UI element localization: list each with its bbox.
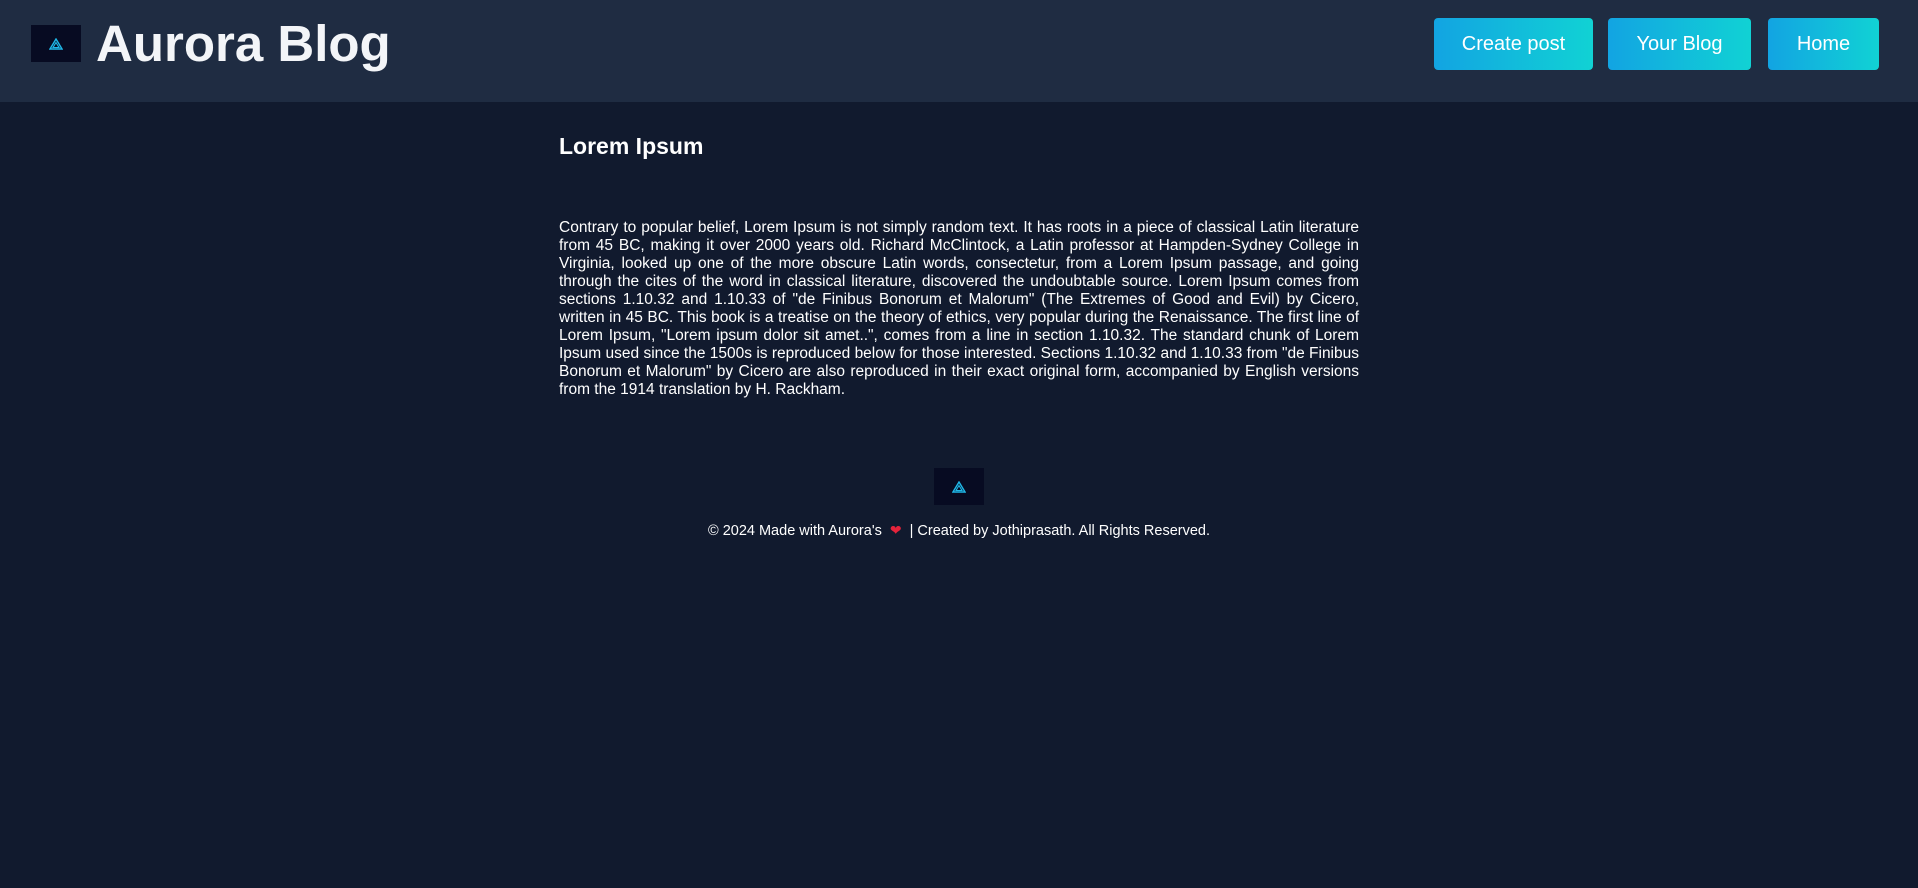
- footer-text-after: | Created by Jothiprasath. All Rights Re…: [909, 523, 1210, 539]
- heart-icon: ❤: [889, 522, 902, 538]
- logo-icon[interactable]: [31, 25, 81, 62]
- your-blog-button[interactable]: Your Blog: [1608, 18, 1751, 70]
- home-button[interactable]: Home: [1768, 18, 1879, 70]
- blog-post: Lorem Ipsum Contrary to popular belief, …: [559, 128, 1359, 398]
- site-header: Aurora Blog Create post Your Blog Home: [0, 0, 1918, 102]
- post-body: Contrary to popular belief, Lorem Ipsum …: [559, 219, 1359, 398]
- post-title: Lorem Ipsum: [559, 133, 704, 159]
- footer-copyright: © 2024 Made with Aurora's ❤ | Created by…: [0, 521, 1918, 540]
- site-title[interactable]: Aurora Blog: [96, 14, 391, 74]
- footer-text-before: © 2024 Made with Aurora's: [707, 523, 882, 539]
- aurora-triangle-logo-icon: [49, 37, 63, 50]
- footer-logo-icon: [934, 468, 984, 505]
- create-post-button[interactable]: Create post: [1434, 18, 1593, 70]
- aurora-triangle-logo-icon: [952, 480, 966, 493]
